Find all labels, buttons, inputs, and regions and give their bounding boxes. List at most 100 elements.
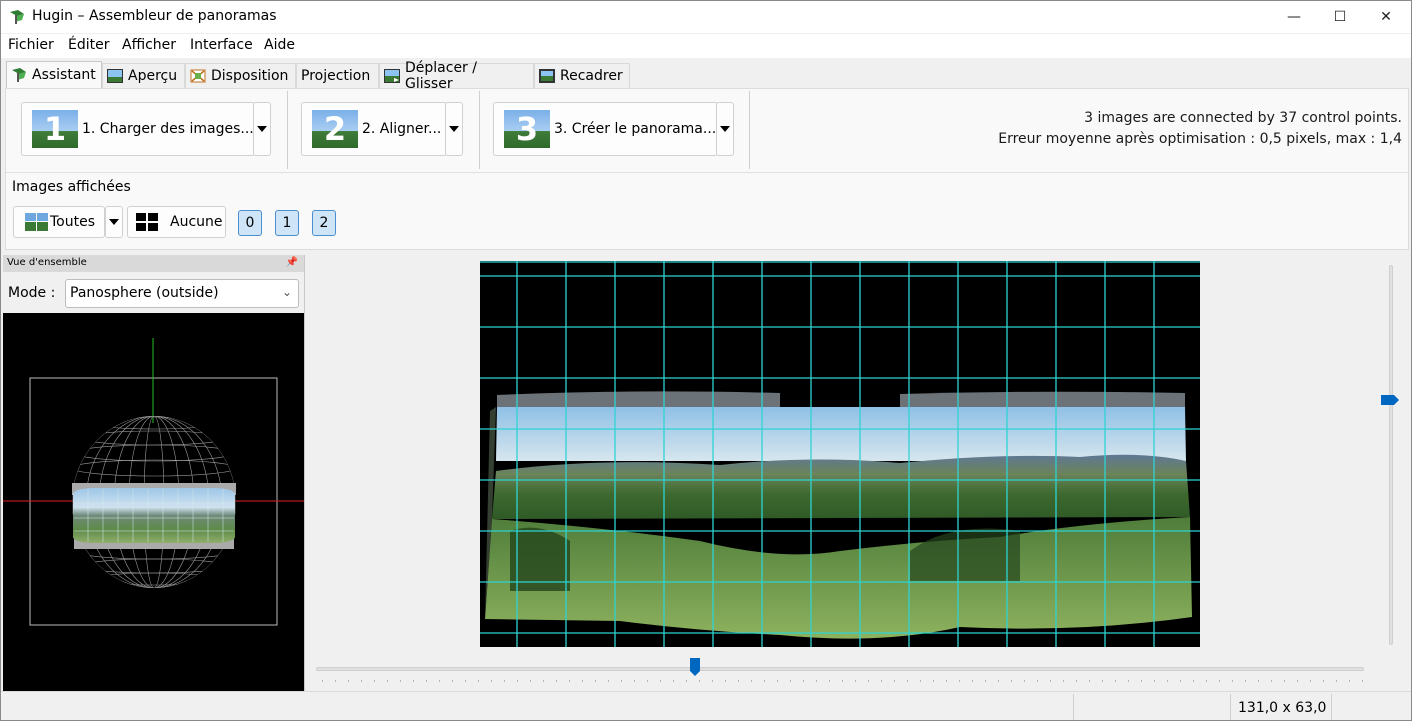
load-images-dropdown[interactable] [253, 102, 271, 156]
slider-tick [764, 680, 765, 682]
overview-title-bar: Vue d'ensemble 📌 [3, 255, 304, 272]
image-toggle-2[interactable]: 2 [312, 210, 336, 236]
slider-tick [387, 680, 388, 682]
slider-tick [1297, 680, 1298, 682]
vertical-slider-thumb[interactable] [1380, 394, 1400, 406]
slider-tick [1050, 680, 1051, 682]
slider-tick [1037, 680, 1038, 682]
menu-aide[interactable]: Aide [264, 37, 295, 53]
separator [287, 91, 288, 169]
slider-tick [348, 680, 349, 682]
horizontal-slider-thumb[interactable] [689, 657, 701, 677]
slider-tick [1232, 680, 1233, 682]
slider-tick [790, 680, 791, 682]
load-images-button[interactable]: 1 1. Charger des images... [21, 102, 255, 156]
mode-select[interactable]: Panosphere (outside) ⌄ [65, 279, 299, 308]
chevron-down-icon [109, 219, 119, 225]
image-toggle-1[interactable]: 1 [275, 210, 299, 236]
slider-tick [491, 680, 492, 682]
field-of-view-vertical-slider[interactable] [1380, 265, 1406, 645]
slider-tick [712, 680, 713, 682]
trees-right [910, 528, 1020, 581]
no-images-icon [136, 213, 158, 231]
slider-tick [946, 680, 947, 682]
crop-icon [539, 69, 555, 83]
meadow-region [485, 517, 1192, 639]
tab-apercu[interactable]: Aperçu [102, 63, 185, 88]
slider-tick [816, 680, 817, 682]
panorama-on-sphere [73, 488, 235, 543]
hugin-icon [12, 68, 26, 82]
tab-deplacer-glisser[interactable]: Déplacer / Glisser [379, 60, 534, 92]
show-all-button[interactable]: Toutes [13, 206, 105, 238]
slider-tick [907, 680, 908, 682]
step-1-icon: 1 [32, 110, 78, 148]
align-button[interactable]: 2 2. Aligner... [301, 102, 447, 156]
slider-tick [1336, 680, 1337, 682]
minimize-button[interactable]: — [1271, 1, 1317, 33]
slider-tick [1115, 680, 1116, 682]
slider-tick [1284, 680, 1285, 682]
status-bar: 131,0 x 63,0 [1, 691, 1411, 720]
slider-tick [998, 680, 999, 682]
sky-region [496, 407, 1186, 461]
field-of-view-horizontal-slider[interactable] [316, 658, 1364, 691]
maximize-button[interactable]: ☐ [1317, 1, 1363, 33]
optimisation-error-status: Erreur moyenne après optimisation : 0,5 … [998, 131, 1402, 147]
tab-projection[interactable]: Projection [296, 63, 379, 88]
panorama-preview-canvas[interactable] [480, 261, 1200, 647]
slider-tick [673, 680, 674, 682]
tab-assistant-label: Assistant [32, 67, 96, 83]
chevron-down-icon [720, 126, 730, 132]
slider-tick [972, 680, 973, 682]
close-icon: ✕ [1380, 9, 1392, 25]
close-button[interactable]: ✕ [1363, 1, 1409, 33]
show-all-dropdown[interactable] [105, 206, 123, 238]
show-none-button[interactable]: Aucune [127, 206, 226, 238]
image-0-top-edge [497, 391, 780, 407]
create-panorama-button[interactable]: 3 3. Créer le panorama... [493, 102, 718, 156]
tab-disposition[interactable]: Disposition [185, 63, 296, 88]
tab-assistant[interactable]: Assistant [6, 61, 102, 88]
landscape-icon [107, 69, 123, 83]
mountains-region [492, 454, 1190, 519]
pin-icon[interactable]: 📌 [286, 257, 298, 268]
control-points-status: 3 images are connected by 37 control poi… [1084, 110, 1402, 126]
align-label: 2. Aligner... [362, 121, 442, 137]
slider-tick [1362, 680, 1363, 682]
slider-tick [829, 680, 830, 682]
slider-ticks [322, 680, 1363, 682]
menu-bar: Fichier Éditer Afficher Interface Aide [1, 34, 1411, 58]
slider-tick [1271, 680, 1272, 682]
shown-images-label: Images affichées [12, 179, 131, 195]
slider-tick [530, 680, 531, 682]
menu-fichier[interactable]: Fichier [8, 37, 54, 53]
title-bar: Hugin – Assembleur de panoramas — ☐ ✕ [1, 1, 1411, 33]
menu-interface[interactable]: Interface [190, 37, 253, 53]
panosphere-view[interactable] [3, 313, 304, 691]
status-divider [1230, 694, 1231, 720]
fast-preview-area [308, 255, 1411, 691]
slider-tick [1310, 680, 1311, 682]
slider-tick [1167, 680, 1168, 682]
slider-tick [1193, 680, 1194, 682]
chevron-down-icon [449, 126, 459, 132]
slider-tick [478, 680, 479, 682]
slider-tick [985, 680, 986, 682]
slider-tick [1128, 680, 1129, 682]
slider-tick [608, 680, 609, 682]
tab-recadrer[interactable]: Recadrer [534, 63, 630, 88]
tab-disposition-label: Disposition [211, 68, 289, 84]
slider-tick [855, 680, 856, 682]
menu-editer[interactable]: Éditer [68, 37, 109, 53]
create-panorama-dropdown[interactable] [716, 102, 734, 156]
all-images-icon [25, 213, 48, 231]
menu-afficher[interactable]: Afficher [122, 37, 176, 53]
align-dropdown[interactable] [445, 102, 463, 156]
slider-tick [634, 680, 635, 682]
image-toggle-0[interactable]: 0 [238, 210, 262, 236]
slider-tick [647, 680, 648, 682]
slider-tick [920, 680, 921, 682]
slider-tick [439, 680, 440, 682]
slider-tick [517, 680, 518, 682]
